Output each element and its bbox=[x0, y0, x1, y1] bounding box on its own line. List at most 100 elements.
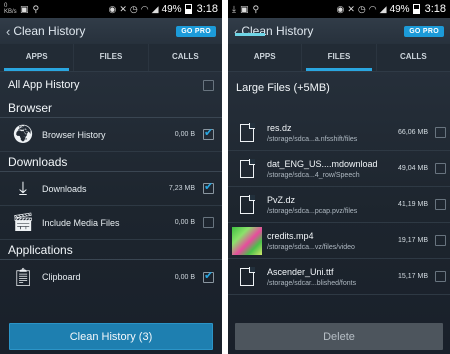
large-files-header: Large Files (+5MB) bbox=[228, 72, 450, 102]
battery-percent: 49% bbox=[389, 3, 410, 15]
browser-history-checkbox[interactable] bbox=[203, 126, 214, 140]
tab-files[interactable]: FILES bbox=[74, 44, 149, 71]
large-files-underline bbox=[235, 33, 265, 36]
image-notification-icon: ▣ bbox=[239, 3, 249, 14]
downloads-checkbox[interactable] bbox=[203, 180, 214, 194]
go-pro-button[interactable]: GO PRO bbox=[176, 25, 216, 37]
usb-icon: ⚲ bbox=[32, 3, 40, 14]
download-icon: ⤓ bbox=[19, 178, 27, 198]
data-rate: 0 KB/s bbox=[4, 3, 17, 15]
file-checkbox[interactable] bbox=[435, 235, 446, 246]
item-size: 0,00 B bbox=[174, 219, 195, 226]
item-label: Downloads bbox=[42, 183, 87, 194]
list-item-clipboard[interactable]: 📋︎ Clipboard 0,00 B bbox=[0, 260, 222, 294]
file-checkbox[interactable] bbox=[435, 199, 446, 210]
apps-screen: 0 KB/s ▣ ⚲ ◉ ✕ ◷ ◠ ◢ 49% 3:18 ‹ Clean Hi… bbox=[0, 0, 222, 354]
status-bar: ⤓ ▣ ⚲ ◉ ✕ ◷ ◠ ◢ 49% 3:18 bbox=[228, 0, 450, 18]
image-notification-icon: ▣ bbox=[20, 3, 29, 14]
wifi-icon: ◠ bbox=[140, 3, 149, 14]
usb-icon: ⚲ bbox=[252, 3, 260, 14]
file-icon bbox=[240, 267, 255, 286]
video-thumbnail bbox=[232, 226, 262, 255]
file-name: dat_ENG_US....mdownload bbox=[267, 158, 378, 169]
alarm-icon: ◷ bbox=[129, 3, 138, 14]
list-item-browser-history[interactable]: 🌍︎ Browser History 0,00 B bbox=[0, 118, 222, 152]
file-path: /storage/sdca...pcap.pvz/files bbox=[267, 207, 358, 215]
file-row[interactable]: Ascender_Uni.ttf /storage/sdcar...blishe… bbox=[228, 259, 450, 295]
clock: 3:18 bbox=[196, 3, 218, 15]
wifi-icon: ◠ bbox=[368, 3, 377, 14]
tab-apps[interactable]: APPS bbox=[0, 44, 75, 71]
tab-bar: APPS FILES CALLS bbox=[228, 44, 450, 72]
clean-history-button[interactable]: Clean History (3) bbox=[9, 323, 213, 350]
file-row[interactable]: credits.mp4 /storage/sdca...vz/files/vid… bbox=[228, 223, 450, 259]
alarm-icon: ◷ bbox=[357, 3, 366, 14]
file-list: res.dz /storage/sdca...a.nfsshift/files … bbox=[228, 115, 450, 295]
download-notification-icon: ⤓ bbox=[232, 3, 236, 14]
page-title[interactable]: Clean History bbox=[241, 24, 404, 38]
go-pro-button[interactable]: GO PRO bbox=[404, 25, 444, 37]
large-files-label: Large Files (+5MB) bbox=[236, 82, 330, 94]
file-name: credits.mp4 bbox=[267, 230, 314, 241]
file-icon bbox=[240, 195, 255, 214]
include-media-checkbox[interactable] bbox=[203, 217, 214, 228]
list-item-downloads[interactable]: ⤓ Downloads 7,23 MB bbox=[0, 172, 222, 206]
delete-button[interactable]: Delete bbox=[235, 323, 443, 350]
signal-icon: ◢ bbox=[151, 3, 159, 14]
tab-apps[interactable]: APPS bbox=[228, 44, 303, 71]
file-row[interactable]: PvZ.dz /storage/sdca...pcap.pvz/files 41… bbox=[228, 187, 450, 223]
file-row[interactable]: dat_ENG_US....mdownload /storage/sdca...… bbox=[228, 151, 450, 187]
clipboard-checkbox[interactable] bbox=[203, 269, 214, 283]
file-path: /storage/sdca...vz/files/video bbox=[267, 243, 355, 251]
tab-calls[interactable]: CALLS bbox=[149, 44, 222, 71]
list-item-include-media[interactable]: 🎬︎ Include Media Files 0,00 B bbox=[0, 206, 222, 240]
all-app-history-row[interactable]: All App History bbox=[0, 72, 222, 98]
battery-icon bbox=[184, 4, 192, 14]
clock: 3:18 bbox=[424, 3, 446, 15]
file-checkbox[interactable] bbox=[435, 271, 446, 282]
item-label: Clipboard bbox=[42, 272, 81, 282]
section-applications: Applications bbox=[0, 240, 222, 260]
mute-icon: ✕ bbox=[347, 3, 355, 14]
item-label: Browser History bbox=[42, 129, 106, 140]
action-bar: ‹ Clean History GO PRO bbox=[228, 18, 450, 44]
back-chevron-icon[interactable]: ‹ bbox=[6, 24, 10, 39]
battery-percent: 49% bbox=[161, 3, 182, 15]
file-name: PvZ.dz bbox=[267, 194, 296, 205]
all-app-history-checkbox[interactable] bbox=[203, 79, 214, 91]
back-chevron-icon[interactable]: ‹ bbox=[234, 24, 238, 39]
file-checkbox[interactable] bbox=[435, 127, 446, 138]
file-icon bbox=[240, 123, 255, 142]
clipboard-icon: 📋︎ bbox=[11, 266, 35, 287]
file-row[interactable]: res.dz /storage/sdca...a.nfsshift/files … bbox=[228, 115, 450, 151]
tab-calls[interactable]: CALLS bbox=[377, 44, 450, 71]
item-size: 0,00 B bbox=[174, 273, 195, 281]
tab-bar: APPS FILES CALLS bbox=[0, 44, 222, 72]
item-size: 7,23 MB bbox=[168, 185, 195, 192]
action-bar: ‹ Clean History GO PRO bbox=[0, 18, 222, 44]
file-size: 66,06 MB bbox=[398, 129, 428, 136]
section-browser: Browser bbox=[0, 98, 222, 118]
globe-icon: 🌍︎ bbox=[11, 124, 35, 144]
item-size: 0,00 B bbox=[174, 131, 195, 138]
tab-files[interactable]: FILES bbox=[302, 44, 377, 71]
file-icon bbox=[240, 159, 255, 178]
file-size: 49,04 MB bbox=[398, 165, 428, 172]
android-icon: ◉ bbox=[108, 3, 117, 14]
item-label: Include Media Files bbox=[42, 217, 120, 228]
file-checkbox[interactable] bbox=[435, 163, 446, 174]
file-path: /storage/sdca...4_row/Speech bbox=[267, 171, 360, 179]
file-path: /storage/sdca...a.nfsshift/files bbox=[267, 135, 358, 143]
files-screen: ⤓ ▣ ⚲ ◉ ✕ ◷ ◠ ◢ 49% 3:18 ‹ Clean History… bbox=[228, 0, 450, 354]
section-downloads: Downloads bbox=[0, 152, 222, 172]
file-size: 19,17 MB bbox=[398, 237, 428, 244]
mute-icon: ✕ bbox=[119, 3, 127, 14]
status-bar: 0 KB/s ▣ ⚲ ◉ ✕ ◷ ◠ ◢ 49% 3:18 bbox=[0, 0, 222, 18]
battery-icon bbox=[412, 4, 420, 14]
file-size: 15,17 MB bbox=[398, 273, 428, 280]
file-path: /storage/sdcar...blished/fonts bbox=[267, 279, 357, 287]
all-app-history-label: All App History bbox=[8, 79, 80, 91]
android-icon: ◉ bbox=[336, 3, 345, 14]
media-files-icon: 🎬︎ bbox=[11, 212, 35, 232]
page-title[interactable]: Clean History bbox=[13, 24, 176, 38]
